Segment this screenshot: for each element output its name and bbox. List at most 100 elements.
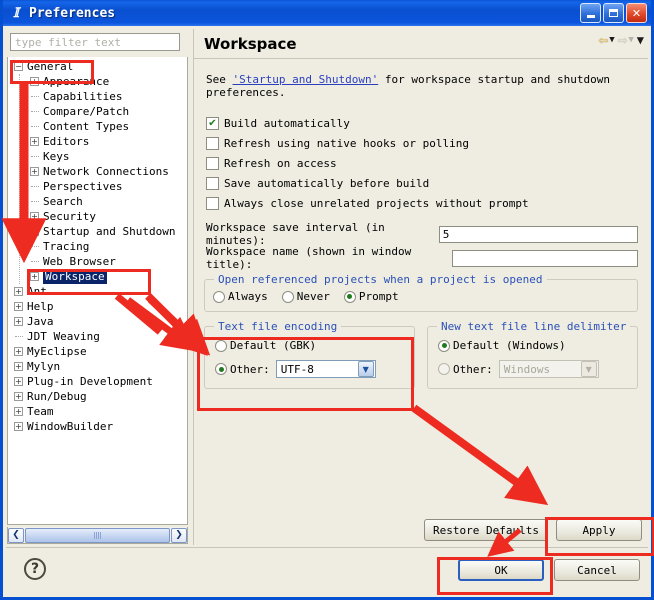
expand-icon[interactable]: + [14, 302, 23, 311]
radio-circle[interactable] [343, 290, 356, 303]
expand-icon[interactable]: + [14, 362, 23, 371]
minimize-button[interactable] [580, 3, 601, 23]
tree-item-security[interactable]: + Security [8, 209, 187, 224]
workspace-name-input[interactable] [451, 249, 638, 267]
tree-item-run-debug[interactable]: + Run/Debug [8, 389, 187, 404]
tree-item-team[interactable]: + Team [8, 404, 187, 419]
restore-defaults-button[interactable]: Restore Defaults [424, 519, 548, 541]
preferences-tree[interactable]: − General + Appearance Capabilities Compare/P… [7, 57, 188, 525]
expand-icon[interactable]: + [30, 77, 39, 86]
maximize-button[interactable] [603, 3, 624, 23]
scroll-thumb[interactable] [25, 527, 170, 543]
encoding-select-chevron-down-icon[interactable]: ▼ [357, 361, 374, 377]
encoding-other-radio[interactable]: Other: UTF-8 ▼ [215, 360, 406, 378]
forward-arrow-icon[interactable]: ⇨ [618, 32, 628, 48]
tree-item-label: Mylyn [27, 360, 61, 373]
tree-item-network-connections[interactable]: + Network Connections [8, 164, 187, 179]
tree-item-web-browser[interactable]: Web Browser [8, 254, 187, 269]
checkbox-row[interactable]: Always close unrelated projects without … [206, 193, 638, 213]
tree-item-windowbuilder[interactable]: + WindowBuilder [8, 419, 187, 434]
tree-item-tracing[interactable]: Tracing [8, 239, 187, 254]
tree-item-capabilities[interactable]: Capabilities [8, 89, 187, 104]
checkbox-icon[interactable] [206, 116, 219, 130]
ok-button[interactable]: OK [458, 559, 544, 581]
encoding-select[interactable]: UTF-8 ▼ [275, 360, 376, 378]
checkbox-row[interactable]: Refresh on access [206, 153, 638, 173]
save-interval-input[interactable]: 5 [438, 225, 638, 243]
checkbox-icon[interactable] [206, 176, 219, 190]
encoding-default-radio[interactable]: Default (GBK) [215, 339, 406, 352]
tree-item-compare-patch[interactable]: Compare/Patch [8, 104, 187, 119]
view-menu-chevron-down-icon[interactable]: ▼ [637, 33, 644, 47]
tree-item-editors[interactable]: + Editors [8, 134, 187, 149]
apply-button[interactable]: Apply [556, 519, 642, 541]
expand-icon[interactable]: + [30, 167, 39, 176]
forward-nav[interactable]: ⇨ ▼ [618, 32, 634, 48]
open-referenced-option[interactable]: Always [213, 290, 268, 303]
checkbox-label: Always close unrelated projects without … [224, 196, 529, 210]
checkbox-icon[interactable] [206, 156, 219, 170]
expand-icon[interactable]: + [14, 347, 23, 356]
open-referenced-option[interactable]: Prompt [343, 290, 399, 303]
tree-item-general[interactable]: − General [8, 59, 187, 74]
open-referenced-option[interactable]: Never [281, 290, 330, 303]
expand-icon[interactable]: + [14, 377, 23, 386]
tree-item-perspectives[interactable]: Perspectives [8, 179, 187, 194]
delimiter-select: Windows ▼ [498, 360, 599, 378]
close-button[interactable]: ✕ [626, 3, 647, 23]
checkbox-row[interactable]: Save automatically before build [206, 173, 638, 193]
expand-icon[interactable]: + [14, 287, 23, 296]
expand-icon[interactable]: + [14, 407, 23, 416]
encoding-other-radio-circle[interactable] [215, 363, 227, 375]
radio-circle[interactable] [213, 290, 225, 303]
tree-item-workspace[interactable]: + Workspace [8, 269, 187, 284]
scroll-left-button[interactable]: ❮ [8, 527, 24, 543]
tree-item-label: Security [43, 210, 96, 223]
cancel-button[interactable]: Cancel [554, 559, 640, 581]
forward-chevron-down-icon[interactable]: ▼ [628, 35, 633, 45]
tree-item-search[interactable]: Search [8, 194, 187, 209]
delimiter-default-radio-circle[interactable] [438, 339, 450, 352]
tree-item-java[interactable]: + Java [8, 314, 187, 329]
expand-icon[interactable]: + [30, 137, 39, 146]
delimiter-other-radio-circle[interactable] [438, 363, 450, 375]
tree-item-plug-in-development[interactable]: + Plug-in Development [8, 374, 187, 389]
expand-icon[interactable]: + [14, 392, 23, 401]
radio-circle[interactable] [281, 290, 294, 303]
delimiter-other-radio[interactable]: Other: Windows ▼ [438, 360, 629, 378]
expand-icon[interactable]: + [14, 317, 23, 326]
checkbox-row[interactable]: Build automatically [206, 113, 638, 133]
tree-horizontal-scrollbar[interactable]: ❮ ❯ [7, 527, 188, 544]
tree-item-keys[interactable]: Keys [8, 149, 187, 164]
back-arrow-icon[interactable]: ⇦ [599, 32, 609, 48]
field-row: Workspace save interval (in minutes): 5 [206, 221, 638, 247]
checkbox-icon[interactable] [206, 196, 219, 210]
back-nav[interactable]: ⇦ ▼ [599, 32, 615, 48]
expand-icon[interactable]: + [30, 212, 39, 221]
dialog-footer: ? OK Cancel [6, 547, 648, 594]
checkbox-icon[interactable] [206, 136, 219, 150]
tree-item-label: Team [27, 405, 54, 418]
help-icon[interactable]: ? [24, 558, 46, 580]
delimiter-default-radio[interactable]: Default (Windows) [438, 339, 629, 352]
checkbox-label: Build automatically [224, 116, 350, 130]
expand-icon[interactable]: + [30, 272, 39, 281]
back-chevron-down-icon[interactable]: ▼ [609, 35, 614, 45]
tree-item-appearance[interactable]: + Appearance [8, 74, 187, 89]
expand-icon[interactable]: + [30, 227, 39, 236]
collapse-icon[interactable]: − [14, 62, 23, 71]
tree-item-jdt-weaving[interactable]: JDT Weaving [8, 329, 187, 344]
startup-shutdown-link[interactable]: 'Startup and Shutdown' [233, 73, 379, 86]
expand-icon[interactable]: + [14, 422, 23, 431]
tree-item-help[interactable]: + Help [8, 299, 187, 314]
tree-item-mylyn[interactable]: + Mylyn [8, 359, 187, 374]
checkbox-row[interactable]: Refresh using native hooks or polling [206, 133, 638, 153]
scroll-right-button[interactable]: ❯ [171, 527, 187, 543]
tree-item-myeclipse[interactable]: + MyEclipse [8, 344, 187, 359]
tree-item-ant[interactable]: + Ant [8, 284, 187, 299]
tree-connector [31, 261, 39, 263]
tree-item-startup-and-shutdown[interactable]: + Startup and Shutdown [8, 224, 187, 239]
tree-item-content-types[interactable]: Content Types [8, 119, 187, 134]
filter-input[interactable]: type filter text [10, 33, 180, 51]
encoding-default-radio-circle[interactable] [215, 339, 227, 352]
